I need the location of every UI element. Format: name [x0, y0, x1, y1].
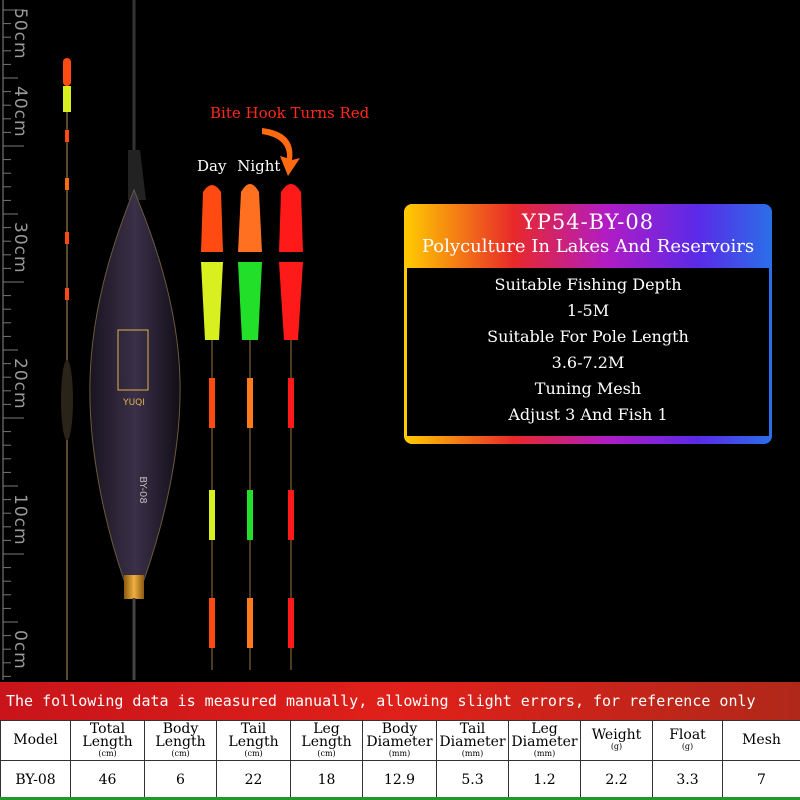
spec-header-cell: Body Diameter (mm) — [362, 720, 437, 761]
product-scene: 50cm 40cm 30cm 20cm 10cm 0cm YUQI BY-08 … — [0, 0, 800, 680]
spec-header-cell: Body Length (cm) — [144, 720, 217, 761]
spec-header-cell: Mesh — [722, 720, 800, 761]
spec-cell: 1.2 — [508, 759, 581, 800]
info-line: 3.6-7.2M — [551, 353, 625, 372]
info-line: Tuning Mesh — [534, 379, 642, 398]
spec-cell: 46 — [70, 759, 145, 800]
spec-header-row: Model Total Length (cm) Body Length (cm) T… — [0, 720, 800, 761]
spec-header-cell: Weight (g) — [580, 720, 653, 761]
spec-header-cell: Tail Length (cm) — [216, 720, 291, 761]
spec-cell: 7 — [722, 759, 800, 800]
spec-header-cell: Tail Diameter (mm) — [436, 720, 509, 761]
float-brand-text: YUQI — [122, 398, 145, 408]
info-line: Suitable Fishing Depth — [494, 275, 682, 294]
main-float: YUQI BY-08 — [89, 0, 181, 680]
info-panel: YP54-BY-08 Polyculture In Lakes And Rese… — [404, 204, 772, 444]
spec-cell: BY-08 — [0, 759, 71, 800]
spec-header-cell: Model — [0, 720, 71, 761]
spec-cell: 22 — [216, 759, 291, 800]
measurement-note: The following data is measured manually,… — [0, 682, 800, 720]
spec-data-row: BY-08 46 6 22 18 12.9 5.3 1.2 2.2 3.3 7 — [0, 759, 800, 800]
info-body: Suitable Fishing Depth 1-5M Suitable For… — [407, 268, 769, 436]
spec-header-cell: Leg Length (cm) — [290, 720, 363, 761]
spec-cell: 12.9 — [362, 759, 437, 800]
info-line: Adjust 3 And Fish 1 — [508, 405, 668, 424]
info-line: 1-5M — [566, 301, 610, 320]
spec-cell: 2.2 — [580, 759, 653, 800]
info-header: YP54-BY-08 Polyculture In Lakes And Rese… — [404, 204, 772, 266]
float-model-text: BY-08 — [137, 476, 148, 504]
small-float — [61, 58, 73, 680]
spec-cell: 18 — [290, 759, 363, 800]
info-subtitle: Polyculture In Lakes And Reservoirs — [421, 236, 755, 257]
tip-day — [201, 185, 223, 670]
info-line: Suitable For Pole Length — [487, 327, 689, 346]
day-night-labels: Day Night — [197, 157, 286, 175]
spec-table: Model Total Length (cm) Body Length (cm) T… — [0, 720, 800, 800]
tip-bite — [279, 184, 303, 670]
spec-header-cell: Total Length (cm) — [70, 720, 145, 761]
tip-night — [238, 184, 262, 670]
spec-header-cell: Leg Diameter (mm) — [508, 720, 581, 761]
spec-header-cell: Float (g) — [652, 720, 723, 761]
bite-callout: Bite Hook Turns Red — [210, 104, 370, 122]
night-label: Night — [237, 157, 281, 175]
day-label: Day — [197, 157, 227, 175]
info-model-title: YP54-BY-08 — [521, 210, 655, 234]
spec-cell: 3.3 — [652, 759, 723, 800]
spec-cell: 6 — [144, 759, 217, 800]
spec-cell: 5.3 — [436, 759, 509, 800]
